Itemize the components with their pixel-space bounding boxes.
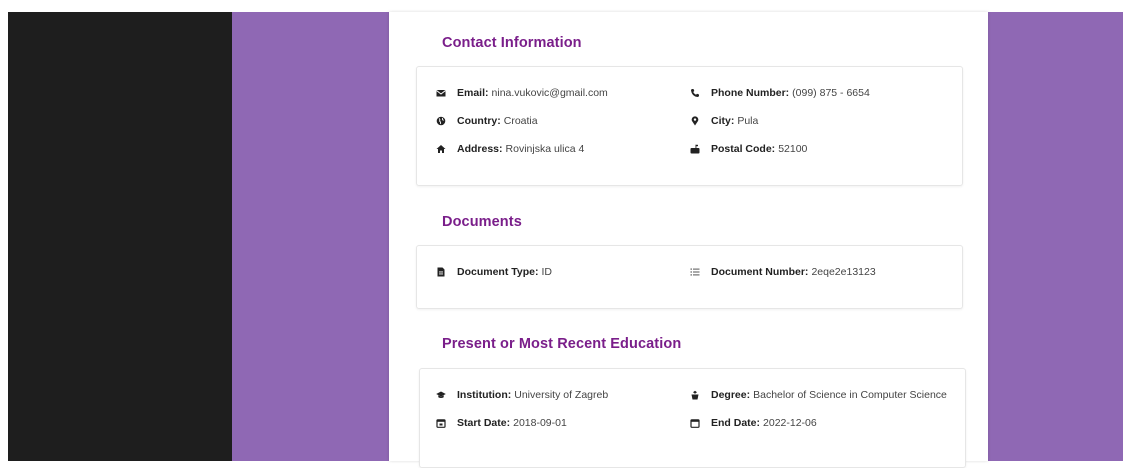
contact-card: Email: nina.vukovic@gmail.com Phone Numb… [416, 66, 963, 186]
degree-label: Degree: [711, 389, 751, 401]
country-label: Country: [457, 115, 501, 127]
profile-panel: Contact Information Email: nina.vukovic@… [389, 12, 988, 468]
degree-icon [689, 389, 701, 401]
documents-section-title: Documents [442, 214, 522, 230]
city-label: City: [711, 115, 735, 127]
document-number-value: 2eqe2e13123 [811, 266, 876, 278]
end-date-label: End Date: [711, 417, 761, 429]
start-date-label: Start Date: [457, 417, 511, 429]
file-icon [435, 266, 447, 278]
email-value: nina.vukovic@gmail.com [491, 87, 608, 99]
start-date-value: 2018-09-01 [513, 417, 567, 429]
education-card: Institution: University of Zagreb Degree… [419, 368, 966, 468]
calendar-icon [689, 417, 701, 429]
graduation-cap-icon [435, 389, 447, 401]
city-value: Pula [737, 115, 759, 127]
email-label: Email: [457, 87, 489, 99]
calendar-icon [435, 417, 447, 429]
city-field: City: Pula [689, 115, 758, 127]
institution-field: Institution: University of Zagreb [435, 389, 608, 401]
map-pin-icon [689, 115, 701, 127]
phone-field: Phone Number: (099) 875 - 6654 [689, 87, 870, 99]
end-date-value: 2022-12-06 [763, 417, 817, 429]
document-number-field: Document Number: 2eqe2e13123 [689, 266, 876, 278]
address-label: Address: [457, 143, 503, 155]
country-value: Croatia [503, 115, 538, 127]
education-section-title: Present or Most Recent Education [442, 336, 682, 352]
address-field: Address: Rovinjska ulica 4 [435, 143, 584, 155]
degree-field: Degree: Bachelor of Science in Computer … [689, 389, 947, 401]
institution-value: University of Zagreb [514, 389, 609, 401]
documents-card: Document Type: ID Document Number: 2eqe2… [416, 245, 963, 309]
phone-value: (099) 875 - 6654 [792, 87, 870, 99]
address-value: Rovinjska ulica 4 [505, 143, 585, 155]
envelope-icon [435, 87, 447, 99]
contact-section-title: Contact Information [442, 35, 582, 51]
email-field: Email: nina.vukovic@gmail.com [435, 87, 608, 99]
country-field: Country: Croatia [435, 115, 538, 127]
postal-code-value: 52100 [778, 143, 808, 155]
postal-code-label: Postal Code: [711, 143, 776, 155]
degree-value: Bachelor of Science in Computer Science [753, 389, 947, 401]
institution-label: Institution: [457, 389, 512, 401]
postal-code-field: Postal Code: 52100 [689, 143, 807, 155]
phone-icon [689, 87, 701, 99]
end-date-field: End Date: 2022-12-06 [689, 417, 817, 429]
home-icon [435, 143, 447, 155]
list-icon [689, 266, 701, 278]
document-type-label: Document Type: [457, 266, 539, 278]
mailbox-icon [689, 143, 701, 155]
phone-label: Phone Number: [711, 87, 790, 99]
start-date-field: Start Date: 2018-09-01 [435, 417, 567, 429]
globe-icon [435, 115, 447, 127]
dark-side-panel [8, 12, 232, 461]
document-type-field: Document Type: ID [435, 266, 552, 278]
document-type-value: ID [541, 266, 552, 278]
document-number-label: Document Number: [711, 266, 809, 278]
